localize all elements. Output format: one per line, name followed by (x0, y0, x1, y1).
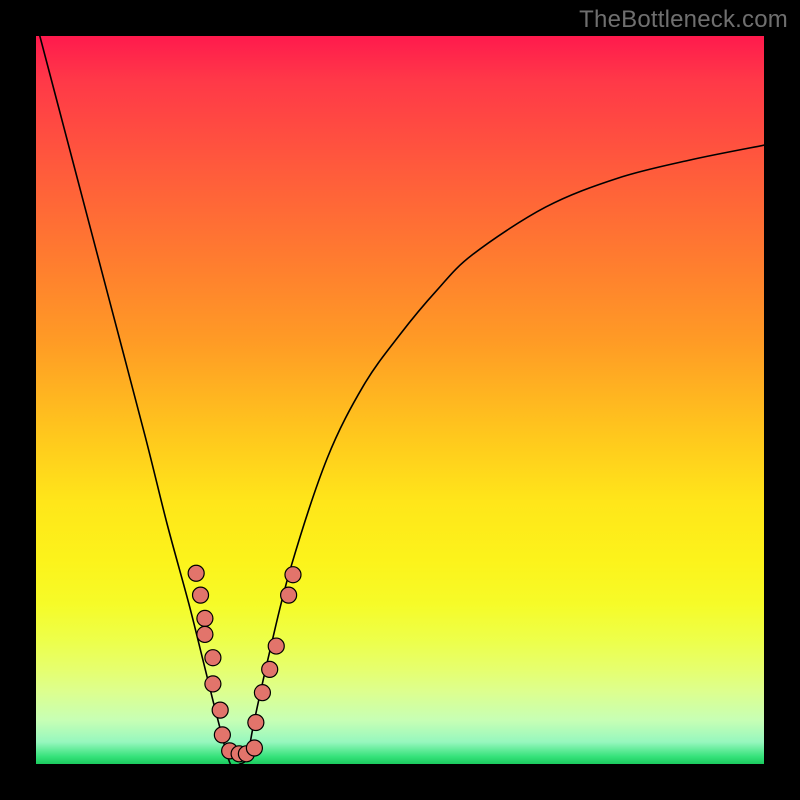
data-point-marker (248, 714, 264, 730)
data-point-marker (212, 702, 228, 718)
marker-group (188, 565, 301, 762)
data-point-marker (285, 567, 301, 583)
data-point-marker (205, 650, 221, 666)
plot-area (36, 36, 764, 764)
data-point-marker (254, 685, 270, 701)
data-point-marker (246, 740, 262, 756)
data-point-marker (197, 626, 213, 642)
outer-frame: TheBottleneck.com (0, 0, 800, 800)
data-point-marker (268, 638, 284, 654)
watermark-text: TheBottleneck.com (579, 6, 788, 34)
chart-svg (36, 36, 764, 764)
data-point-marker (205, 676, 221, 692)
data-point-marker (193, 587, 209, 603)
bottleneck-curve (36, 36, 764, 764)
data-point-marker (214, 727, 230, 743)
data-point-marker (197, 610, 213, 626)
data-point-marker (281, 587, 297, 603)
data-point-marker (188, 565, 204, 581)
data-point-marker (262, 661, 278, 677)
